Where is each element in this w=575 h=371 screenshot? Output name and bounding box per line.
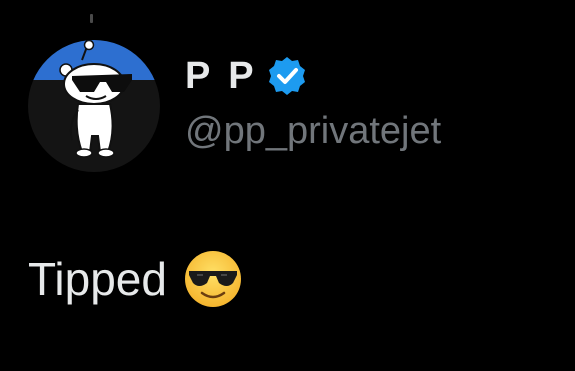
author-handle[interactable]: @pp_privatejet bbox=[185, 108, 441, 154]
author-name-row[interactable]: P P bbox=[185, 54, 308, 98]
stray-mark bbox=[90, 14, 93, 23]
tweet-post: P P @pp_privatejet Tipped bbox=[0, 0, 575, 371]
tweet-text: Tipped bbox=[28, 253, 167, 305]
tweet-body: Tipped bbox=[28, 248, 243, 310]
snoo-avatar-icon bbox=[28, 40, 160, 172]
sunglasses-emoji-icon bbox=[183, 249, 243, 309]
avatar[interactable] bbox=[28, 40, 160, 172]
display-name[interactable]: P P bbox=[185, 54, 258, 98]
verified-badge-icon bbox=[266, 55, 308, 97]
